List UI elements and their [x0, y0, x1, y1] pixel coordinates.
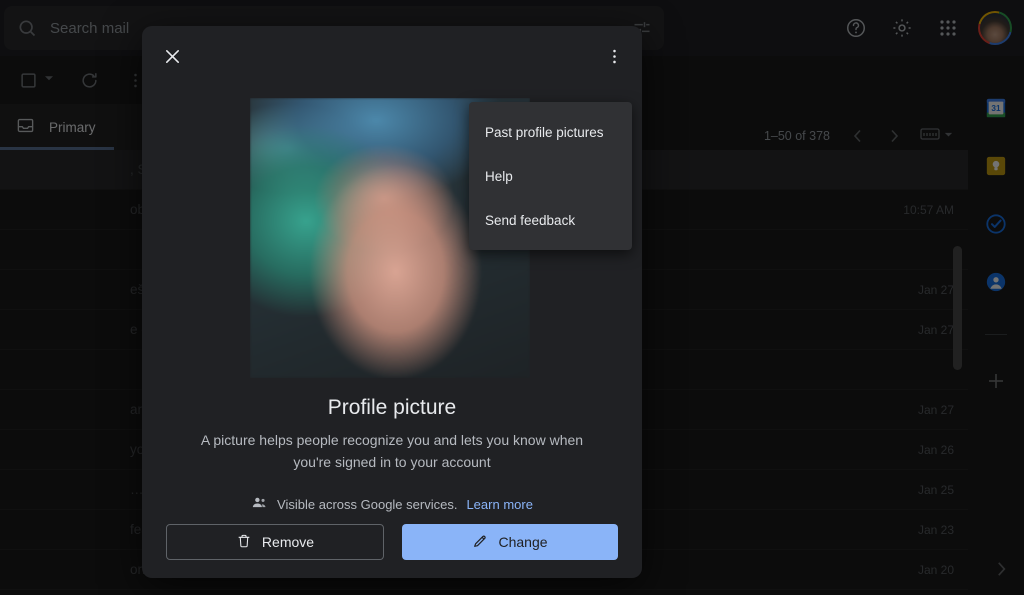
table-row[interactable]: u've made a purchase from Tomáš …Jan 19 [0, 590, 968, 595]
gear-icon[interactable] [882, 8, 922, 48]
change-button[interactable]: Change [402, 524, 618, 560]
remove-button[interactable]: Remove [166, 524, 384, 560]
email-date: 10:57 AM [903, 202, 954, 217]
caret-down-icon [943, 127, 954, 145]
dialog-header [142, 26, 642, 78]
page-title: Profile picture [327, 396, 457, 419]
list-scrollbar[interactable] [953, 246, 962, 370]
top-bar-actions [836, 0, 1016, 56]
remove-button-label: Remove [261, 534, 315, 550]
menu-item-past-profile-pictures[interactable]: Past profile pictures [469, 110, 632, 154]
tab-primary[interactable]: Primary [0, 104, 114, 150]
change-button-label: Change [498, 534, 548, 550]
overflow-menu[interactable]: Past profile pictures Help Send feedback [469, 102, 632, 250]
email-date: Jan 27 [917, 322, 954, 337]
gmail-window: 1–50 of 378 [0, 0, 1024, 595]
profile-picture-dialog: Past profile pictures Help Send feedback… [142, 26, 642, 578]
close-x-icon[interactable] [154, 38, 190, 74]
inbox-icon [16, 116, 35, 138]
trash-icon [236, 533, 252, 552]
avatar[interactable] [978, 11, 1012, 45]
help-circle-icon[interactable] [836, 8, 876, 48]
people-icon [251, 494, 268, 514]
select-all-control[interactable] [8, 60, 55, 100]
checkbox-icon[interactable] [8, 60, 48, 100]
chevron-down-icon[interactable] [43, 71, 55, 89]
search-icon [4, 6, 50, 50]
dialog-description: A picture helps people recognize you and… [200, 432, 584, 470]
rail-divider [985, 334, 1007, 335]
input-tools-button[interactable] [920, 127, 954, 146]
google-tasks-icon[interactable] [984, 212, 1008, 236]
email-date: Jan 27 [917, 282, 954, 297]
dialog-actions: Remove Change [166, 524, 618, 560]
email-date: Jan 27 [917, 402, 954, 417]
side-panel: 31 [968, 56, 1024, 595]
pagination-count: 1–50 of 378 [763, 129, 830, 143]
menu-item-send-feedback[interactable]: Send feedback [469, 198, 632, 242]
visibility-note: Visible across Google services. Learn mo… [142, 494, 642, 514]
svg-text:31: 31 [991, 104, 1001, 113]
email-date: Jan 25 [917, 482, 954, 497]
expand-panel-chevron-right-icon[interactable] [992, 560, 1010, 583]
google-contacts-icon[interactable] [984, 270, 1008, 294]
apps-grid-icon[interactable] [928, 8, 968, 48]
email-date: Jan 26 [917, 442, 954, 457]
more-vertical-icon[interactable] [596, 38, 632, 74]
visibility-text: Visible across Google services. [277, 496, 458, 512]
chevron-right-icon[interactable] [878, 120, 910, 152]
chevron-left-icon[interactable] [842, 120, 874, 152]
menu-item-help[interactable]: Help [469, 154, 632, 198]
plus-icon[interactable] [984, 369, 1008, 393]
email-date: Jan 20 [917, 562, 954, 577]
learn-more-link[interactable]: Learn more [466, 497, 532, 512]
email-date: Jan 23 [917, 522, 954, 537]
pencil-icon [472, 533, 488, 552]
google-calendar-icon[interactable]: 31 [984, 96, 1008, 120]
refresh-icon[interactable] [69, 60, 109, 100]
avatar-image [980, 13, 1010, 43]
google-keep-icon[interactable] [984, 154, 1008, 178]
input-tools-icon [920, 127, 940, 146]
tab-primary-label: Primary [49, 119, 96, 135]
